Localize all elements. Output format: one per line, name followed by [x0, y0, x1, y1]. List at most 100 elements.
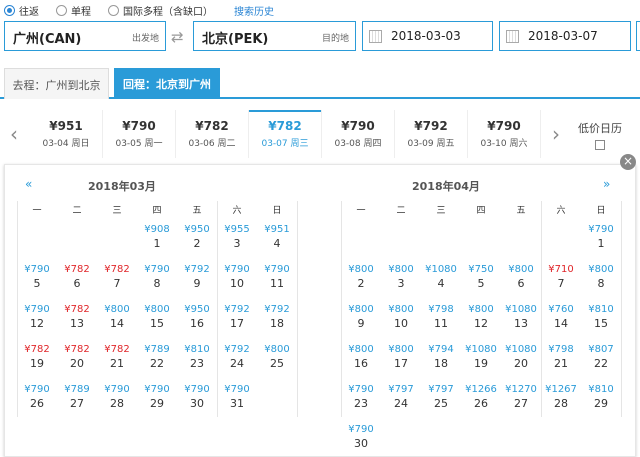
calendar-day-cell[interactable]: ¥800 8 [581, 263, 621, 303]
calendar-day-cell[interactable]: ¥1080 20 [501, 343, 541, 383]
calendar-day-cell[interactable]: ¥950 16 [177, 303, 217, 343]
day-number: 27 [514, 397, 528, 410]
chevron-left-icon[interactable]: ‹ [10, 122, 18, 146]
calendar-day-cell[interactable]: ¥792 17 [217, 303, 257, 343]
calendar-day-cell[interactable]: ¥782 13 [57, 303, 97, 343]
calendar-day-cell[interactable]: ¥797 24 [381, 383, 421, 423]
calendar-day-cell[interactable]: ¥790 12 [17, 303, 57, 343]
search-bar: 广州(CAN) 出发地 ⇄ 北京(PEK) 目的地 2018-03-03 201… [0, 20, 640, 62]
radio-round-trip[interactable]: 往返 [4, 3, 39, 18]
calendar-day-cell[interactable]: ¥792 18 [257, 303, 297, 343]
from-city-field[interactable]: 广州(CAN) 出发地 [4, 21, 166, 51]
close-icon[interactable]: × [620, 154, 636, 170]
calendar-day-cell[interactable]: ¥1267 28 [541, 383, 581, 423]
calendar-day-cell[interactable]: ¥800 12 [461, 303, 501, 343]
to-city-field[interactable]: 北京(PEK) 目的地 [193, 21, 356, 51]
day-number: 2 [357, 277, 365, 290]
calendar-day-cell[interactable]: ¥790 11 [257, 263, 297, 303]
day-number: 18 [434, 357, 448, 370]
date-strip-day[interactable]: ¥790 03-08 周四 [322, 110, 395, 158]
calendar-day-cell[interactable]: ¥951 4 [257, 223, 297, 263]
extra-field[interactable] [636, 21, 640, 51]
calendar-day-cell[interactable]: ¥789 27 [57, 383, 97, 423]
calendar-day-cell[interactable]: ¥790 10 [217, 263, 257, 303]
calendar-day-cell[interactable]: ¥782 20 [57, 343, 97, 383]
calendar-day-cell[interactable]: ¥798 11 [421, 303, 461, 343]
calendar-day-cell[interactable]: ¥807 22 [581, 343, 621, 383]
calendar-day-cell[interactable]: ¥790 30 [177, 383, 217, 423]
tab-outbound[interactable]: 去程：广州到北京 [4, 68, 109, 99]
date-strip-day[interactable]: ¥790 03-10 周六 [468, 110, 541, 158]
radio-multi-city[interactable]: 国际多程（含缺口） [108, 3, 213, 18]
calendar-day-cell[interactable]: ¥800 10 [381, 303, 421, 343]
date-strip-day[interactable]: ¥951 03-04 周日 [30, 110, 103, 158]
calendar-day-cell[interactable]: ¥810 29 [581, 383, 621, 423]
calendar-day-cell[interactable]: ¥790 23 [341, 383, 381, 423]
return-date-field[interactable]: 2018-03-07 [499, 21, 631, 51]
calendar-day-cell[interactable]: ¥1266 26 [461, 383, 501, 423]
calendar-day-cell[interactable]: ¥800 6 [501, 263, 541, 303]
calendar-day-cell[interactable]: ¥810 23 [177, 343, 217, 383]
calendar-day-cell[interactable]: ¥800 25 [257, 343, 297, 383]
calendar-day-cell[interactable]: ¥782 6 [57, 263, 97, 303]
low-price-calendar-button[interactable]: 低价日历 [578, 120, 622, 150]
calendar-day-cell[interactable]: ¥792 9 [177, 263, 217, 303]
calendar-day-cell[interactable]: ¥782 21 [97, 343, 137, 383]
day-number: 19 [30, 357, 44, 370]
calendar-day-cell[interactable]: ¥760 14 [541, 303, 581, 343]
date-strip-day[interactable]: ¥782 03-07 周三 [249, 110, 322, 158]
radio-one-way[interactable]: 单程 [56, 3, 91, 18]
calendar-day-cell[interactable]: ¥790 26 [17, 383, 57, 423]
calendar-day-cell[interactable]: ¥790 31 [217, 383, 257, 423]
chevron-right-icon[interactable]: › [552, 122, 560, 146]
strip-price: ¥782 [268, 119, 302, 133]
day-number: 22 [594, 357, 608, 370]
calendar-day-cell[interactable]: ¥1080 19 [461, 343, 501, 383]
day-number: 16 [190, 317, 204, 330]
calendar-day-cell[interactable]: ¥789 22 [137, 343, 177, 383]
calendar-day-cell[interactable]: ¥800 9 [341, 303, 381, 343]
calendar-day-cell[interactable]: ¥710 7 [541, 263, 581, 303]
strip-date: 03-06 周二 [188, 139, 236, 149]
calendar-day-cell[interactable]: ¥800 15 [137, 303, 177, 343]
calendar-day-cell[interactable]: ¥792 24 [217, 343, 257, 383]
calendar-day-cell[interactable]: ¥782 7 [97, 263, 137, 303]
calendar-day-cell[interactable]: ¥800 14 [97, 303, 137, 343]
day-price: ¥790 [264, 264, 290, 275]
search-history-link[interactable]: 搜索历史 [234, 3, 274, 18]
calendar-day-cell[interactable]: ¥750 5 [461, 263, 501, 303]
day-price: ¥800 [144, 304, 170, 315]
weekday-header: 日 [272, 206, 282, 216]
calendar-day-cell[interactable]: ¥950 2 [177, 223, 217, 263]
calendar-day-cell[interactable]: ¥800 2 [341, 263, 381, 303]
weekday-header: 五 [192, 206, 202, 216]
calendar-day-cell[interactable]: ¥790 30 [341, 423, 381, 457]
calendar-day-cell[interactable]: ¥797 25 [421, 383, 461, 423]
calendar-day-cell[interactable]: ¥1080 13 [501, 303, 541, 343]
calendar-day-cell[interactable]: ¥790 28 [97, 383, 137, 423]
date-strip-day[interactable]: ¥790 03-05 周一 [103, 110, 176, 158]
calendar-day-cell[interactable]: ¥794 18 [421, 343, 461, 383]
day-price: ¥800 [388, 344, 414, 355]
swap-icon[interactable]: ⇄ [171, 28, 184, 46]
depart-date-field[interactable]: 2018-03-03 [362, 21, 493, 51]
calendar-day-cell[interactable]: ¥790 29 [137, 383, 177, 423]
calendar-day-cell[interactable]: ¥908 1 [137, 223, 177, 263]
tab-return[interactable]: 回程：北京到广州 [114, 68, 220, 99]
day-number: 28 [554, 397, 568, 410]
calendar-day-cell[interactable]: ¥790 5 [17, 263, 57, 303]
day-price: ¥1080 [505, 304, 537, 315]
calendar-day-cell[interactable]: ¥800 17 [381, 343, 421, 383]
calendar-day-cell[interactable]: ¥800 16 [341, 343, 381, 383]
calendar-day-cell[interactable]: ¥1270 27 [501, 383, 541, 423]
calendar-day-cell[interactable]: ¥790 8 [137, 263, 177, 303]
calendar-day-cell[interactable]: ¥800 3 [381, 263, 421, 303]
date-strip-day[interactable]: ¥782 03-06 周二 [176, 110, 249, 158]
calendar-day-cell[interactable]: ¥798 21 [541, 343, 581, 383]
calendar-day-cell[interactable]: ¥790 1 [581, 223, 621, 263]
calendar-day-cell[interactable]: ¥782 19 [17, 343, 57, 383]
calendar-day-cell[interactable]: ¥1080 4 [421, 263, 461, 303]
calendar-day-cell[interactable]: ¥955 3 [217, 223, 257, 263]
date-strip-day[interactable]: ¥792 03-09 周五 [395, 110, 468, 158]
calendar-day-cell[interactable]: ¥810 15 [581, 303, 621, 343]
